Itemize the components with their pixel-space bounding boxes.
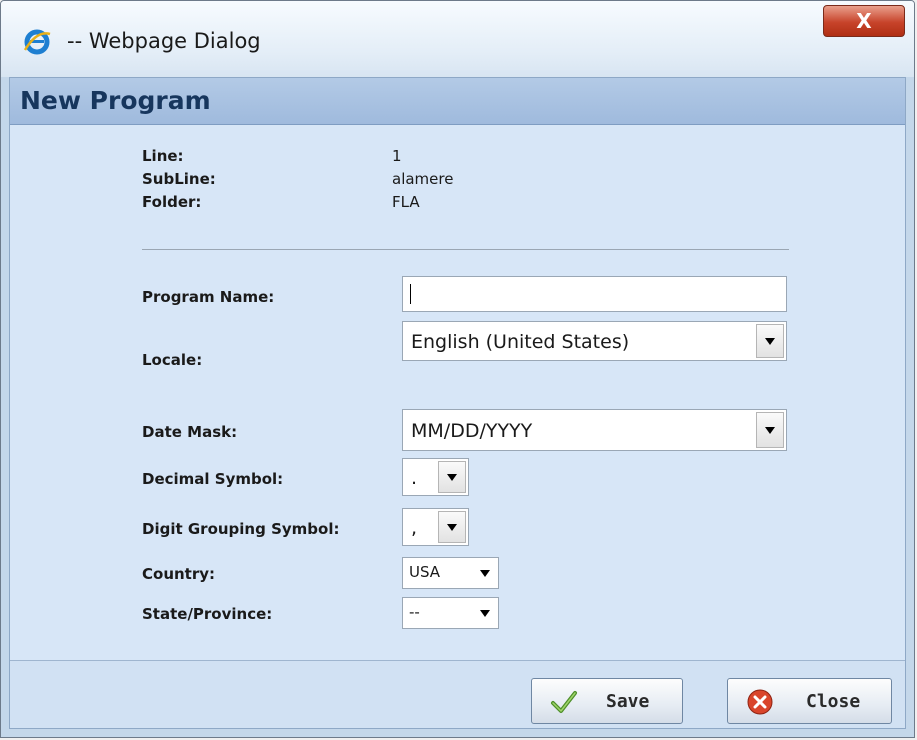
decimal-symbol-select[interactable]: .	[402, 458, 469, 496]
program-name-input[interactable]	[402, 276, 787, 312]
locale-value: English (United States)	[411, 331, 630, 353]
digit-grouping-label: Digit Grouping Symbol:	[142, 520, 340, 538]
state-province-select[interactable]: --	[402, 597, 499, 629]
dialog-header: New Program	[10, 78, 905, 125]
digit-grouping-dropdown-button[interactable]	[438, 511, 466, 543]
date-mask-value: MM/DD/YYYY	[411, 420, 533, 442]
folder-value: FLA	[392, 193, 420, 211]
line-label: Line:	[142, 147, 184, 165]
save-button-label: Save	[606, 691, 650, 712]
state-province-value: --	[409, 603, 420, 621]
locale-label: Locale:	[142, 351, 203, 369]
checkmark-icon	[551, 691, 577, 713]
chevron-down-icon	[765, 427, 775, 434]
date-mask-dropdown-button[interactable]	[756, 412, 784, 448]
dialog-title: New Program	[20, 86, 211, 115]
subline-label: SubLine:	[142, 170, 216, 188]
state-province-label: State/Province:	[142, 605, 273, 623]
locale-select[interactable]: English (United States)	[402, 321, 787, 361]
folder-label: Folder:	[142, 193, 202, 211]
dialog-footer: Save Close	[10, 660, 905, 728]
chevron-down-icon	[765, 338, 775, 345]
locale-dropdown-button[interactable]	[756, 324, 784, 358]
close-circle-icon	[747, 689, 773, 715]
close-button[interactable]: Close	[727, 678, 892, 724]
chevron-down-icon	[480, 570, 490, 577]
decimal-symbol-value: .	[411, 467, 418, 489]
country-label: Country:	[142, 565, 216, 583]
ie-icon	[23, 29, 51, 55]
divider	[142, 249, 789, 250]
program-name-label: Program Name:	[142, 288, 275, 306]
dialog-window: -- Webpage Dialog X New Program Line: 1 …	[0, 0, 915, 738]
line-value: 1	[392, 147, 402, 165]
digit-grouping-select[interactable]: ,	[402, 508, 469, 546]
dialog-body: New Program Line: 1 SubLine: alamere Fol…	[9, 77, 906, 729]
chevron-down-icon	[447, 474, 457, 481]
text-caret	[410, 284, 411, 304]
digit-grouping-value: ,	[411, 517, 418, 539]
date-mask-select[interactable]: MM/DD/YYYY	[402, 409, 787, 451]
decimal-symbol-label: Decimal Symbol:	[142, 470, 284, 488]
save-button[interactable]: Save	[531, 678, 683, 724]
title-bar: -- Webpage Dialog X	[1, 1, 914, 77]
date-mask-label: Date Mask:	[142, 423, 238, 441]
window-close-button[interactable]: X	[823, 5, 905, 37]
country-select[interactable]: USA	[402, 557, 499, 589]
window-title: -- Webpage Dialog	[67, 29, 261, 53]
chevron-down-icon	[447, 524, 457, 531]
country-value: USA	[409, 563, 441, 581]
decimal-dropdown-button[interactable]	[438, 461, 466, 493]
subline-value: alamere	[392, 170, 454, 188]
close-button-label: Close	[806, 691, 861, 712]
chevron-down-icon	[480, 610, 490, 617]
